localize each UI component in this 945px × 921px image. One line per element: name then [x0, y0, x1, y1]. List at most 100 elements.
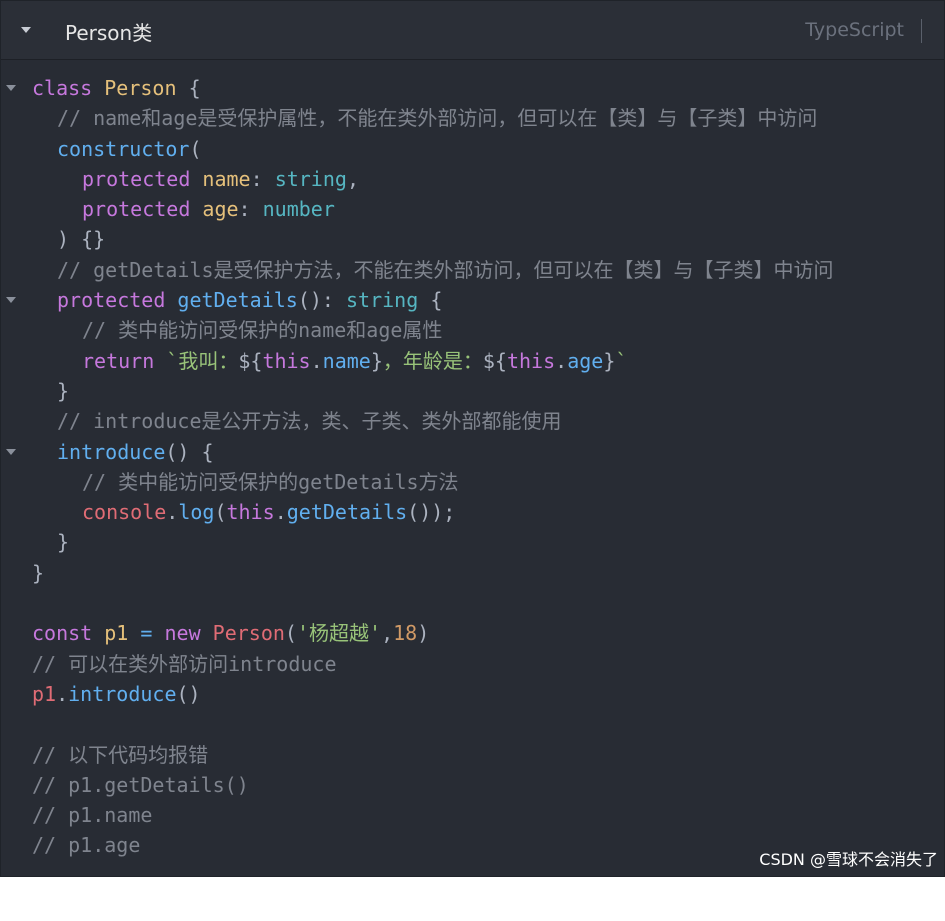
code-line-2: // name和age是受保护属性，不能在类外部访问，但可以在【类】与【子类】中… — [1, 103, 944, 133]
token-method: log — [178, 500, 215, 525]
collapse-caret-icon — [21, 27, 31, 33]
token-punct: . — [310, 348, 323, 373]
token-brace: } — [32, 560, 45, 585]
token-comment: // introduce是公开方法，类、子类、类外部都能使用 — [57, 409, 562, 434]
token-keyword: protected — [57, 288, 166, 313]
token-function: getDetails — [177, 288, 298, 313]
token-punct: , — [381, 621, 394, 646]
token-keyword: class — [32, 76, 93, 100]
token-method: getDetails — [286, 500, 408, 525]
token-punct: : — [238, 197, 251, 222]
token-class-name: Person — [212, 621, 285, 646]
token-this: this — [262, 348, 311, 373]
token-function: constructor — [57, 136, 190, 161]
token-punct: ) {} — [57, 227, 106, 252]
token-punct: , — [346, 166, 359, 191]
code-line-1: class Person { — [1, 73, 944, 103]
token-string: `我叫： — [166, 348, 239, 373]
fold-arrow-icon[interactable] — [6, 448, 16, 455]
code-line-21: p1.introduce() — [1, 679, 944, 709]
token-punct: () — [176, 681, 201, 706]
token-brace: } — [57, 530, 70, 555]
token-punct: . — [555, 348, 568, 373]
code-area[interactable]: class Person { // name和age是受保护属性，不能在类外部访… — [1, 73, 944, 861]
collapse-toggle[interactable] — [19, 23, 33, 37]
token-interp: } — [370, 348, 383, 373]
token-interp: ${ — [238, 348, 263, 373]
token-comment: // 类中能访问受保护的getDetails方法 — [82, 469, 459, 494]
code-line-8: protected getDetails(): string { — [1, 285, 944, 315]
token-variable: p1 — [104, 621, 129, 646]
token-comment: // p1.name — [32, 803, 153, 828]
token-keyword: protected — [82, 166, 191, 191]
token-object: console — [82, 500, 167, 525]
token-keyword: const — [32, 621, 93, 646]
token-method: introduce — [68, 681, 177, 706]
code-line-17: } — [1, 558, 944, 588]
token-property: age — [567, 348, 604, 373]
token-operator: = — [140, 621, 153, 646]
watermark: CSDN @雪球不会消失了 — [759, 850, 938, 869]
code-line-16: } — [1, 527, 944, 557]
code-line-23: // 以下代码均报错 — [1, 740, 944, 770]
token-keyword: return — [82, 348, 155, 373]
language-label: TypeScript — [805, 19, 904, 41]
fold-arrow-icon[interactable] — [6, 85, 16, 91]
token-punct: ()); — [407, 500, 456, 525]
token-interp: } — [603, 348, 616, 373]
code-line-19: const p1 = new Person('杨超越',18) — [1, 618, 944, 648]
token-comment: // name和age是受保护属性，不能在类外部访问，但可以在【类】与【子类】中… — [57, 106, 818, 131]
token-keyword: new — [164, 621, 201, 646]
code-line-12: // introduce是公开方法，类、子类、类外部都能使用 — [1, 406, 944, 436]
code-line-13: introduce() { — [1, 437, 944, 467]
token-punct: : — [250, 166, 263, 191]
token-interp: ${ — [482, 348, 507, 373]
code-line-9: // 类中能访问受保护的name和age属性 — [1, 315, 944, 345]
token-punct: ( — [284, 621, 297, 646]
token-brace: { — [188, 76, 201, 100]
token-this: this — [226, 500, 275, 525]
fold-arrow-icon[interactable] — [6, 297, 16, 304]
code-line-6: ) {} — [1, 224, 944, 254]
token-comment: // 可以在类外部访问introduce — [32, 651, 337, 676]
token-punct: ( — [214, 500, 227, 525]
token-punct: . — [274, 500, 287, 525]
token-type: string — [274, 166, 347, 191]
token-this: this — [506, 348, 556, 373]
token-number: 18 — [393, 621, 418, 646]
token-punct: () { — [165, 439, 214, 464]
code-block: Person类 TypeScript class Person { // nam… — [0, 0, 945, 877]
code-line-10: return `我叫：${this.name}，年龄是：${this.age}` — [1, 346, 944, 376]
token-punct: . — [166, 500, 179, 525]
token-string: '杨超越' — [296, 621, 382, 646]
code-line-14: // 类中能访问受保护的getDetails方法 — [1, 467, 944, 497]
token-punct: ( — [189, 136, 202, 161]
token-brace: { — [430, 288, 443, 313]
token-comment: // 以下代码均报错 — [32, 742, 209, 767]
token-punct: ) — [417, 621, 430, 646]
token-variable: p1 — [32, 681, 57, 706]
code-line-11: } — [1, 376, 944, 406]
token-comment: // p1.getDetails() — [32, 772, 249, 797]
token-string: ，年龄是： — [382, 348, 483, 373]
token-keyword: protected — [82, 197, 191, 222]
token-class-name: Person — [104, 76, 177, 100]
code-line-15: console.log(this.getDetails()); — [1, 497, 944, 527]
code-block-header: Person类 TypeScript — [1, 1, 944, 60]
code-line-3: constructor( — [1, 134, 944, 164]
token-param: name — [202, 166, 251, 191]
code-line-5: protected age: number — [1, 194, 944, 224]
token-property: name — [322, 348, 371, 373]
token-string: ` — [615, 348, 628, 373]
code-line-7: // getDetails是受保护方法，不能在类外部访问，但可以在【类】与【子类… — [1, 255, 944, 285]
token-comment: // getDetails是受保护方法，不能在类外部访问，但可以在【类】与【子类… — [57, 257, 834, 282]
token-type: string — [346, 288, 419, 313]
token-brace: } — [57, 378, 70, 403]
token-function: introduce — [57, 439, 166, 464]
token-punct: (): — [297, 288, 334, 313]
code-line-20: // 可以在类外部访问introduce — [1, 649, 944, 679]
token-param: age — [202, 197, 239, 222]
header-divider — [921, 19, 922, 43]
